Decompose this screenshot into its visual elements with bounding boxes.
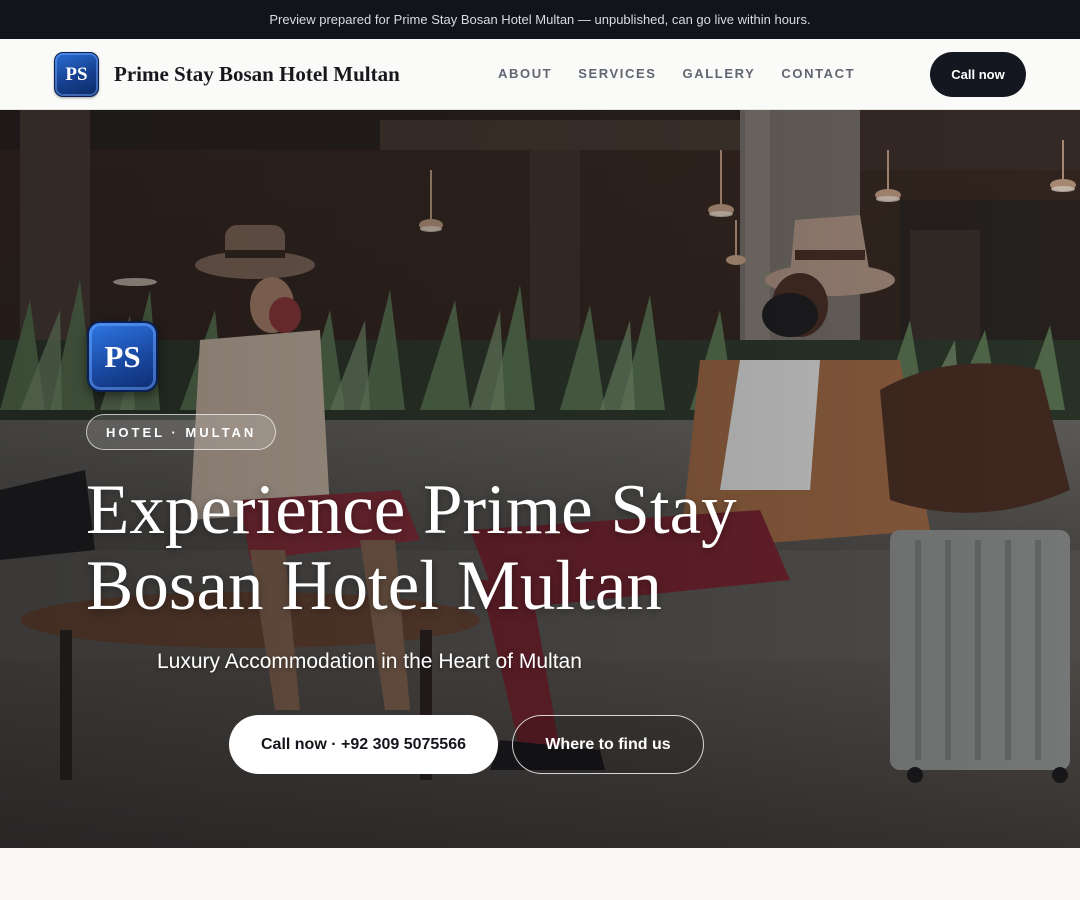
next-section: [0, 848, 1080, 900]
nav-link-gallery[interactable]: GALLERY: [683, 66, 756, 81]
preview-banner: Preview prepared for Prime Stay Bosan Ho…: [0, 0, 1080, 39]
call-phone-button[interactable]: Call now · +92 309 5075566: [229, 715, 498, 774]
find-us-button[interactable]: Where to find us: [512, 715, 704, 774]
nav-link-services[interactable]: SERVICES: [578, 66, 656, 81]
site-header: PS Prime Stay Bosan Hotel Multan ABOUT S…: [0, 39, 1080, 110]
brand-name: Prime Stay Bosan Hotel Multan: [114, 62, 400, 86]
preview-banner-text: Preview prepared for Prime Stay Bosan Ho…: [269, 12, 811, 27]
call-now-button[interactable]: Call now: [930, 52, 1026, 97]
hero-logo-icon: PS: [87, 321, 158, 392]
nav-link-contact[interactable]: CONTACT: [781, 66, 855, 81]
nav-link-about[interactable]: ABOUT: [498, 66, 552, 81]
hero-tag-badge: HOTEL · MULTAN: [86, 414, 277, 450]
brand-logo-icon: PS: [54, 52, 99, 97]
brand[interactable]: PS Prime Stay Bosan Hotel Multan: [54, 52, 400, 97]
main-nav: ABOUT SERVICES GALLERY CONTACT: [498, 66, 881, 81]
hero-section: PS HOTEL · MULTAN Experience Prime Stay …: [0, 110, 1080, 848]
hero-title: Experience Prime Stay Bosan Hotel Multan: [86, 471, 737, 625]
hero-subtitle: Luxury Accommodation in the Heart of Mul…: [157, 650, 582, 673]
